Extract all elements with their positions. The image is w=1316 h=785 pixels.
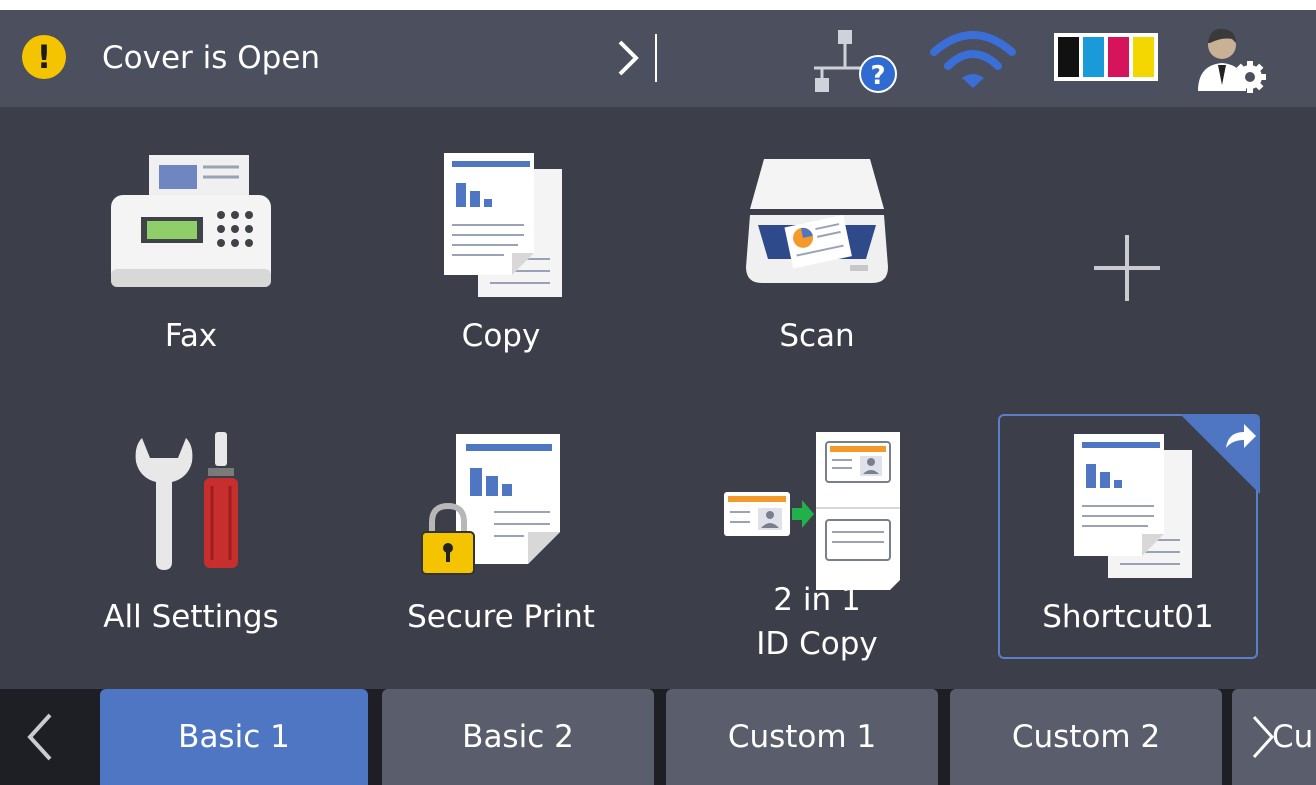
tab-next-partial-label: Cu (1272, 719, 1314, 755)
tab-next[interactable]: Cu (1232, 689, 1316, 785)
chevron-left-icon[interactable] (0, 689, 90, 785)
add-icon (1094, 235, 1160, 301)
copy-label: Copy (461, 318, 541, 354)
scan-label: Scan (779, 318, 855, 354)
wifi-icon[interactable] (930, 28, 1016, 90)
id-copy-label-line2: ID Copy (756, 626, 878, 662)
id-copy-icon (724, 432, 900, 590)
tab-basic-2[interactable]: Basic 2 (382, 689, 654, 785)
all-settings-tile[interactable]: All Settings (60, 414, 322, 658)
copy-icon (444, 153, 562, 297)
wired-network-unknown-icon[interactable]: ? (806, 28, 902, 94)
scan-tile[interactable]: Scan (686, 133, 948, 377)
secure-print-icon (421, 434, 560, 575)
ink-magenta-bar (1108, 37, 1129, 77)
settings-tools-icon (135, 432, 238, 570)
tab-basic-1[interactable]: Basic 1 (100, 689, 368, 785)
copy-tile[interactable]: Copy (370, 133, 632, 377)
fax-icon (111, 155, 271, 287)
tab-custom-2[interactable]: Custom 2 (950, 689, 1222, 785)
status-message[interactable]: Cover is Open (102, 38, 320, 78)
id-copy-label-line1: 2 in 1 (773, 582, 861, 618)
fax-label: Fax (164, 318, 218, 354)
status-bar: ! Cover is Open ? (0, 10, 1316, 107)
ink-cyan-bar (1083, 37, 1104, 77)
fax-tile[interactable]: Fax (60, 133, 322, 377)
shortcut01-label: Shortcut01 (1042, 599, 1214, 635)
ink-yellow-bar (1133, 37, 1154, 77)
ink-black-bar (1058, 37, 1079, 77)
secure-print-label: Secure Print (407, 599, 595, 635)
id-copy-tile[interactable]: 2 in 1 ID Copy (686, 414, 948, 662)
exclamation-warning-icon[interactable]: ! (22, 35, 66, 79)
tab-bar: Basic 1 Basic 2 Custom 1 Custom 2 Cu (0, 689, 1316, 785)
touchscreen: ! Cover is Open ? Fax Copy Scan All Sett… (0, 10, 1316, 785)
shortcut-copy-icon (1074, 434, 1192, 578)
status-detail-arrow-icon[interactable] (612, 30, 668, 86)
scan-icon (746, 159, 888, 283)
tab-custom-1[interactable]: Custom 1 (666, 689, 938, 785)
secure-print-tile[interactable]: Secure Print (370, 414, 632, 658)
add-shortcut-tile[interactable] (996, 133, 1258, 377)
all-settings-label: All Settings (103, 599, 279, 635)
ink-levels-icon[interactable] (1054, 33, 1158, 81)
svg-text:?: ? (870, 61, 885, 91)
shortcut01-tile[interactable]: Shortcut01 (998, 414, 1260, 659)
admin-settings-icon[interactable] (1196, 25, 1266, 93)
